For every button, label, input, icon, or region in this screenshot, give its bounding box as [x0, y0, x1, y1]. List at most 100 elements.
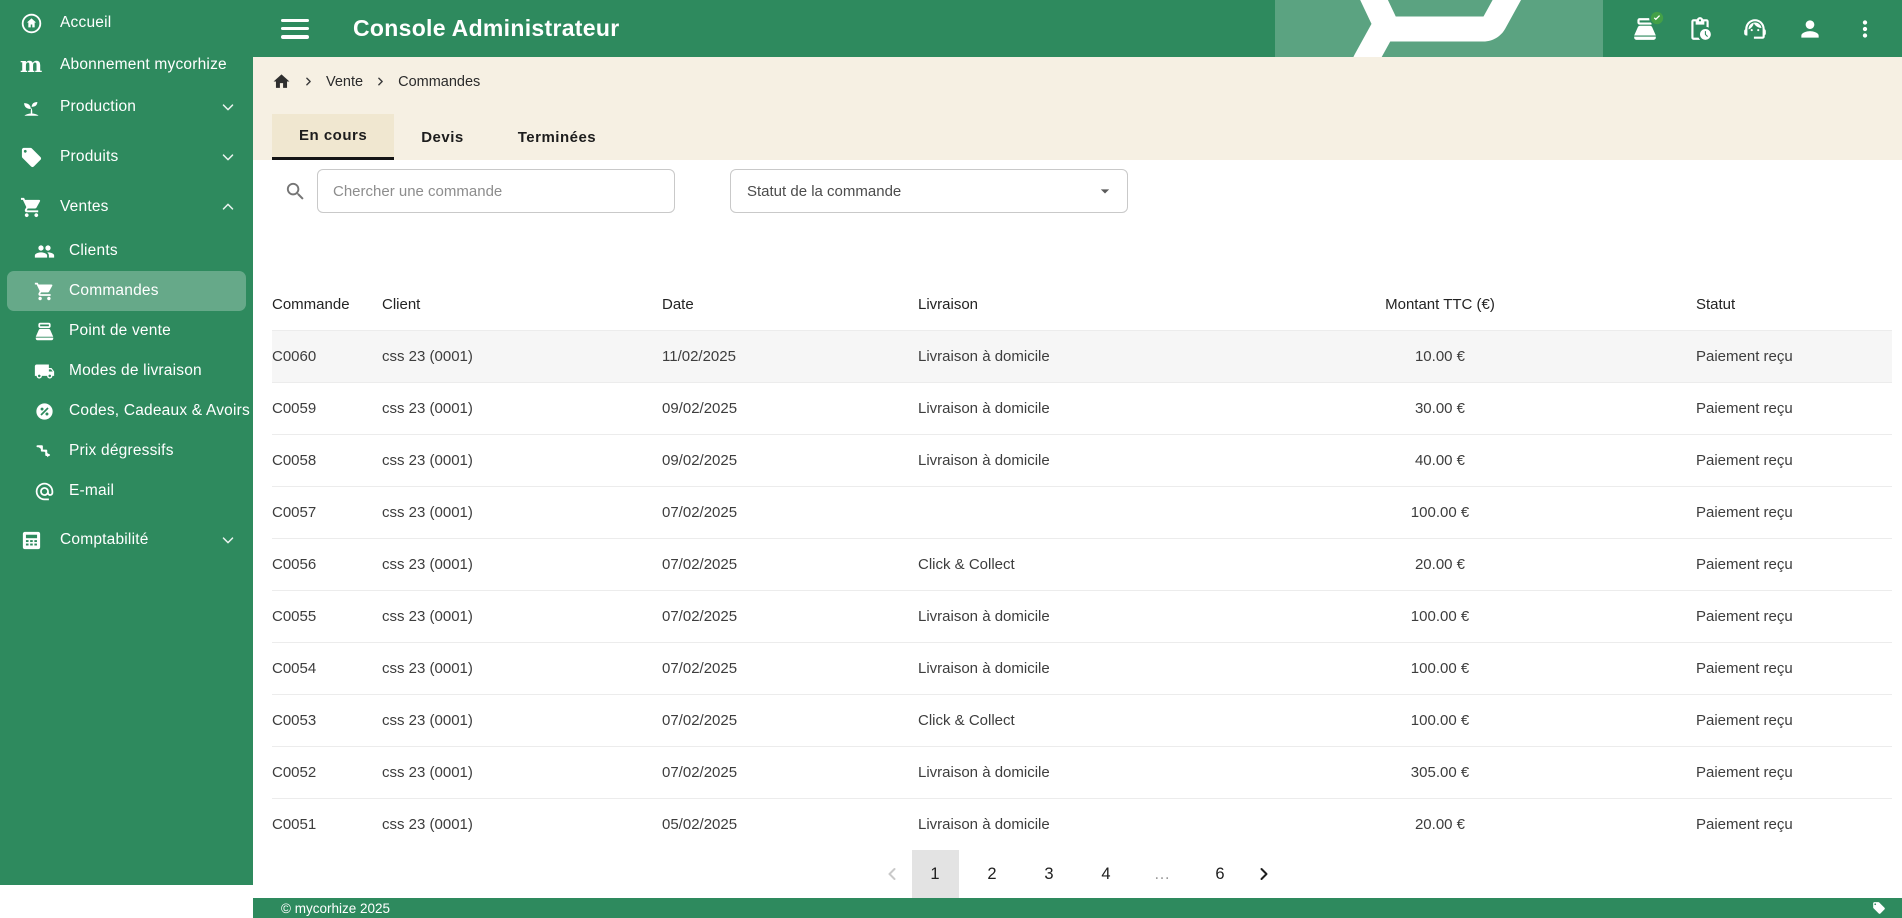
cell-statut: Paiement reçu — [1696, 608, 1793, 625]
col-header-montant: Montant TTC (€) — [1385, 295, 1495, 313]
sidebar-item-prix-degressifs[interactable]: Prix dégressifs — [0, 431, 253, 471]
cell-statut: Paiement reçu — [1696, 660, 1793, 677]
page-button[interactable]: 2 — [969, 850, 1016, 898]
sidebar-item-label: Point de vente — [69, 322, 171, 339]
search-icon — [284, 180, 307, 203]
chevron-right-icon — [374, 75, 387, 88]
sidebar: Accueil m Abonnement mycorhize Productio… — [0, 0, 253, 885]
cell-montant: 100.00 € — [1410, 504, 1470, 521]
cell-date: 11/02/2025 — [662, 348, 736, 365]
cart-icon — [34, 281, 55, 302]
discount-icon — [34, 401, 55, 422]
table-row[interactable]: C0052 css 23 (0001) 07/02/2025 Livraison à … — [272, 746, 1892, 798]
breadcrumb-vente[interactable]: Vente — [326, 74, 363, 90]
cell-client: css 23 (0001) — [382, 816, 473, 833]
cell-montant: 305.00 € — [1410, 764, 1470, 781]
sidebar-item-clients[interactable]: Clients — [0, 231, 253, 271]
cell-client: css 23 (0001) — [382, 452, 473, 469]
table-row[interactable]: C0055 css 23 (0001) 07/02/2025 Livraison à … — [272, 590, 1892, 642]
sidebar-item-abonnement[interactable]: m Abonnement mycorhize — [0, 44, 253, 86]
cell-montant: 20.00 € — [1414, 816, 1466, 833]
cell-livraison: Livraison à domicile — [918, 452, 1050, 469]
cell-montant: 20.00 € — [1414, 556, 1466, 573]
sidebar-item-label: Commandes — [69, 282, 159, 299]
col-header-statut: Statut — [1696, 295, 1736, 313]
sidebar-item-label: Production — [60, 98, 137, 115]
sidebar-item-label: Clients — [69, 242, 118, 259]
cell-montant: 30.00 € — [1414, 400, 1466, 417]
footer: © mycorhize 2025 — [253, 898, 1902, 918]
tab-en-cours[interactable]: En cours — [272, 114, 395, 160]
tag-icon — [1872, 901, 1886, 915]
sidebar-item-label: Modes de livraison — [69, 362, 202, 379]
cell-commande: C0057 — [272, 504, 317, 521]
more-options-icon[interactable] — [1852, 16, 1878, 42]
sidebar-item-email[interactable]: E-mail — [0, 471, 253, 511]
chevron-up-icon — [219, 198, 237, 216]
table-row[interactable]: C0059 css 23 (0001) 09/02/2025 Livraison à … — [272, 382, 1892, 434]
cell-client: css 23 (0001) — [382, 764, 473, 781]
sidebar-item-comptabilite[interactable]: Comptabilité — [0, 519, 253, 561]
page-button[interactable]: 1 — [911, 850, 959, 898]
sidebar-item-modes-de-livraison[interactable]: Modes de livraison — [0, 351, 253, 391]
sidebar-item-accueil[interactable]: Accueil — [0, 2, 253, 44]
sidebar-item-production[interactable]: Production — [0, 86, 253, 128]
cell-date: 05/02/2025 — [662, 816, 738, 833]
cell-livraison: Livraison à domicile — [918, 764, 1050, 781]
previous-page-icon[interactable] — [882, 864, 902, 884]
sidebar-item-label: Prix dégressifs — [69, 442, 174, 459]
table-row[interactable]: C0053 css 23 (0001) 07/02/2025 Click & Coll… — [272, 694, 1892, 746]
status-filter-select[interactable]: Statut de la commande — [730, 169, 1128, 213]
sidebar-item-ventes[interactable]: Ventes — [0, 186, 253, 228]
page-button[interactable]: 3 — [1026, 850, 1073, 898]
cell-commande: C0060 — [272, 348, 317, 365]
calculator-icon — [20, 529, 43, 552]
support-agent-icon[interactable] — [1742, 16, 1768, 42]
account-icon[interactable] — [1797, 16, 1823, 42]
breadcrumb-commandes[interactable]: Commandes — [398, 74, 480, 90]
next-page-icon[interactable] — [1254, 864, 1274, 884]
cell-livraison: Livraison à domicile — [918, 400, 1050, 417]
sidebar-item-commandes[interactable]: Commandes — [7, 271, 246, 311]
cell-montant: 100.00 € — [1410, 608, 1470, 625]
cash-register-check-icon[interactable] — [1632, 9, 1665, 42]
col-header-client: Client — [382, 295, 421, 313]
check-circle-icon — [1649, 9, 1665, 26]
cell-statut: Paiement reçu — [1696, 452, 1793, 469]
menu-toggle-icon[interactable] — [281, 18, 309, 39]
cell-date: 09/02/2025 — [662, 400, 738, 417]
status-filter-label: Statut de la commande — [747, 182, 902, 200]
page-button[interactable]: 6 — [1197, 850, 1244, 898]
cell-date: 07/02/2025 — [662, 660, 738, 677]
table-row[interactable]: C0051 css 23 (0001) 05/02/2025 Livraison à … — [272, 798, 1892, 850]
sidebar-item-label: Abonnement mycorhize — [60, 56, 227, 73]
sidebar-item-codes-cadeaux[interactable]: Codes, Cadeaux & Avoirs — [0, 391, 253, 431]
cell-montant: 10.00 € — [1414, 348, 1466, 365]
pending-tasks-icon[interactable] — [1687, 16, 1713, 42]
breadcrumb: Vente Commandes — [272, 57, 1902, 91]
table-row[interactable]: C0060 css 23 (0001) 11/02/2025 Livraison à … — [272, 330, 1892, 382]
search-input[interactable] — [317, 169, 675, 213]
at-icon — [34, 481, 55, 502]
page-button[interactable]: 4 — [1083, 850, 1130, 898]
cart-icon — [20, 196, 43, 219]
table-row[interactable]: C0054 css 23 (0001) 07/02/2025 Livraison à … — [272, 642, 1892, 694]
tab-devis[interactable]: Devis — [394, 114, 491, 160]
sidebar-item-produits[interactable]: Produits — [0, 136, 253, 178]
table-row[interactable]: C0057 css 23 (0001) 07/02/2025 100.00 € Paie… — [272, 486, 1892, 538]
table-row[interactable]: C0056 css 23 (0001) 07/02/2025 Click & Coll… — [272, 538, 1892, 590]
sidebar-item-label: E-mail — [69, 482, 115, 499]
cell-client: css 23 (0001) — [382, 608, 473, 625]
cell-livraison: Livraison à domicile — [918, 660, 1050, 677]
home-icon[interactable] — [272, 72, 291, 91]
dropdown-arrow-icon — [1095, 181, 1115, 201]
cell-commande: C0058 — [272, 452, 317, 469]
cell-statut: Paiement reçu — [1696, 816, 1793, 833]
cell-statut: Paiement reçu — [1696, 712, 1793, 729]
sidebar-item-point-de-vente[interactable]: Point de vente — [0, 311, 253, 351]
table-row[interactable]: C0058 css 23 (0001) 09/02/2025 Livraison à … — [272, 434, 1892, 486]
orders-table: Commande Client Date Livraison Montant T… — [253, 278, 1902, 850]
sidebar-item-label: Comptabilité — [60, 531, 149, 548]
tab-terminees[interactable]: Terminées — [491, 114, 623, 160]
group-icon — [34, 241, 55, 262]
